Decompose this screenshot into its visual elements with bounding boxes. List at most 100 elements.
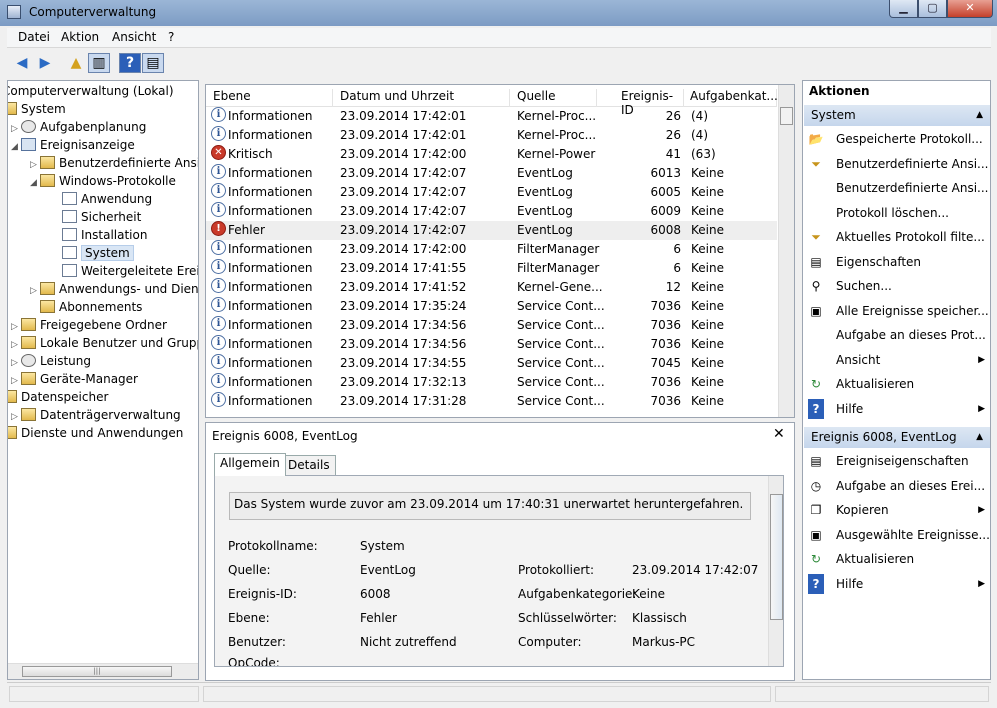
expand-icon[interactable]: ▷ [11, 409, 21, 426]
cell-level: Informationen [228, 204, 313, 218]
menu-help[interactable]: ? [168, 30, 174, 44]
expand-icon[interactable]: ▷ [11, 337, 21, 354]
column-ereignis-id[interactable]: Ereignis-ID [597, 89, 684, 117]
table-row[interactable]: ! Fehler 23.09.2014 17:42:07 EventLog 6008 Ke… [206, 221, 777, 240]
log-icon [62, 210, 77, 223]
close-button[interactable]: ✕ [947, 0, 993, 18]
action-item[interactable]: ▤ Ereigniseigenschaften [808, 451, 988, 471]
tree-item-label: Lokale Benutzer und Gruppen [40, 336, 198, 350]
event-list-scrollbar[interactable] [778, 85, 794, 417]
expand-icon[interactable]: ▷ [30, 157, 40, 174]
expand-icon[interactable]: ▷ [30, 283, 40, 300]
tree-item-lokale-benutzer-und-gruppen[interactable]: ▷ Lokale Benutzer und Gruppen [11, 335, 198, 354]
tree-item-geräte-manager[interactable]: ▷ Geräte-Manager [11, 371, 138, 388]
submenu-arrow-icon: ▶ [978, 403, 985, 414]
table-row[interactable]: i Informationen 23.09.2014 17:34:55 Service… [206, 354, 777, 373]
tree-item-aufgabenplanung[interactable]: ▷ Aufgabenplanung [11, 119, 146, 136]
help-icon[interactable]: ? [119, 53, 141, 73]
column-datum[interactable]: Datum und Uhrzeit [333, 89, 510, 107]
action-item[interactable]: ↻ Aktualisieren [808, 374, 988, 394]
action-item[interactable]: ? Hilfe ▶ [808, 573, 988, 594]
table-row[interactable]: i Informationen 23.09.2014 17:34:56 Service… [206, 335, 777, 354]
expand-icon[interactable]: ▷ [11, 121, 21, 138]
action-item[interactable]: ▤ Eigenschaften [808, 252, 988, 272]
tree-item-datenspeicher[interactable]: Datenspeicher [8, 389, 108, 406]
menu-ansicht[interactable]: Ansicht [112, 30, 156, 44]
expand-icon[interactable]: ◢ [30, 175, 40, 192]
column-aufgabenkategorie[interactable]: Aufgabenkat... [684, 89, 778, 107]
tree-item-abonnements[interactable]: Abonnements [30, 299, 142, 316]
cell-cat: Keine [691, 185, 724, 199]
close-icon[interactable]: ✕ [773, 426, 785, 442]
action-item[interactable]: ❐ Kopieren ▶ [808, 500, 988, 520]
action-item[interactable]: ⏷ Aktuelles Protokoll filte... [808, 227, 988, 247]
table-row[interactable]: i Informationen 23.09.2014 17:42:07 EventLo… [206, 164, 777, 183]
menu-aktion[interactable]: Aktion [61, 30, 99, 44]
action-item[interactable]: Ansicht ▶ [808, 350, 988, 370]
tree-item-benutzerdefinierte-ansich[interactable]: ▷ Benutzerdefinierte Ansich [30, 155, 198, 174]
action-item[interactable]: 📂 Gespeicherte Protokoll... [808, 129, 988, 149]
table-row[interactable]: ✕ Kritisch 23.09.2014 17:42:00 Kernel-Power… [206, 145, 777, 164]
table-row[interactable]: i Informationen 23.09.2014 17:41:52 Kernel-… [206, 278, 777, 297]
action-item[interactable]: ⚲ Suchen... [808, 276, 988, 296]
forward-icon[interactable]: ▶ [34, 53, 56, 73]
action-item[interactable]: ↻ Aktualisieren [808, 549, 988, 569]
action-item[interactable]: Aufgabe an dieses Prot... [808, 325, 988, 345]
minimize-button[interactable]: ▁ [889, 0, 918, 18]
action-item[interactable]: ▣ Alle Ereignisse speicher... [808, 301, 988, 321]
menu-datei[interactable]: Datei [18, 30, 50, 44]
table-row[interactable]: i Informationen 23.09.2014 17:42:07 EventLo… [206, 202, 777, 221]
tree-item-anwendung[interactable]: Anwendung [52, 191, 152, 208]
tree-item-leistung[interactable]: ▷ Leistung [11, 353, 91, 370]
tree-item-datenträgerverwaltung[interactable]: ▷ Datenträgerverwaltung [11, 407, 181, 424]
action-item[interactable]: ⏷ Benutzerdefinierte Ansi... [808, 154, 988, 174]
actions-section-system[interactable]: System ▲ [804, 105, 990, 126]
table-row[interactable]: i Informationen 23.09.2014 17:34:56 Service… [206, 316, 777, 335]
tree-item-computerverwaltung-lokal-[interactable]: Computerverwaltung (Lokal) [8, 83, 174, 100]
tree-item-system[interactable]: System [52, 245, 134, 262]
tree-item-freigegebene-ordner[interactable]: ▷ Freigegebene Ordner [11, 317, 167, 334]
collapse-icon[interactable]: ▲ [976, 105, 983, 126]
tree-item-windows-protokolle[interactable]: ◢ Windows-Protokolle [30, 173, 176, 190]
tree-item-weitergeleitete-ereign[interactable]: Weitergeleitete Ereign [52, 263, 198, 280]
action-item[interactable]: ▣ Ausgewählte Ereignisse... [808, 525, 990, 545]
table-row[interactable]: i Informationen 23.09.2014 17:42:01 Kernel-… [206, 107, 777, 126]
table-row[interactable]: i Informationen 23.09.2014 17:32:13 Service… [206, 373, 777, 392]
maximize-button[interactable]: ▢ [918, 0, 947, 18]
tree-item-anwendungs-und-dienst[interactable]: ▷ Anwendungs- und Dienst [30, 281, 198, 300]
tree-horizontal-scrollbar[interactable]: ||| [8, 663, 198, 679]
column-ebene[interactable]: Ebene [206, 89, 333, 107]
tree-item-dienste-und-anwendungen[interactable]: Dienste und Anwendungen [8, 425, 183, 442]
tree-item-ereignisanzeige[interactable]: ◢ Ereignisanzeige [11, 137, 135, 154]
up-folder-icon[interactable]: ▲ [65, 53, 87, 73]
show-action-pane-icon[interactable]: ▤ [142, 53, 164, 73]
detail-scrollbar[interactable] [768, 476, 783, 666]
table-row[interactable]: i Informationen 23.09.2014 17:41:55 FilterM… [206, 259, 777, 278]
column-quelle[interactable]: Quelle [510, 89, 597, 107]
tree-item-sicherheit[interactable]: Sicherheit [52, 209, 141, 226]
title-bar[interactable]: Computerverwaltung [0, 0, 997, 26]
table-row[interactable]: i Informationen 23.09.2014 17:35:24 Service… [206, 297, 777, 316]
tab-allgemein[interactable]: Allgemein [214, 453, 286, 476]
show-tree-icon[interactable]: ▥ [88, 53, 110, 73]
action-item[interactable]: Benutzerdefinierte Ansi... [808, 178, 989, 198]
actions-section-event[interactable]: Ereignis 6008, EventLog ▲ [804, 427, 990, 448]
action-item[interactable]: ? Hilfe ▶ [808, 398, 988, 419]
action-item[interactable]: ◷ Aufgabe an dieses Erei... [808, 476, 988, 496]
expand-icon[interactable]: ▷ [11, 319, 21, 336]
table-row[interactable]: i Informationen 23.09.2014 17:42:00 FilterM… [206, 240, 777, 259]
action-item[interactable]: Protokoll löschen... [808, 203, 988, 223]
back-icon[interactable]: ◀ [11, 53, 33, 73]
event-message[interactable]: Das System wurde zuvor am 23.09.2014 um … [229, 492, 751, 520]
table-row[interactable]: i Informationen 23.09.2014 17:42:01 Kernel-… [206, 126, 777, 145]
tab-details[interactable]: Details [282, 455, 336, 475]
collapse-icon[interactable]: ▲ [976, 427, 983, 448]
action-label: Kopieren [836, 503, 889, 517]
tree-item-installation[interactable]: Installation [52, 227, 147, 244]
expand-icon[interactable]: ▷ [11, 355, 21, 372]
expand-icon[interactable]: ◢ [11, 139, 21, 156]
tree-item-system[interactable]: System [8, 101, 66, 118]
expand-icon[interactable]: ▷ [11, 373, 21, 390]
table-row[interactable]: i Informationen 23.09.2014 17:42:07 EventLo… [206, 183, 777, 202]
table-row[interactable]: i Informationen 23.09.2014 17:31:28 Service… [206, 392, 777, 411]
